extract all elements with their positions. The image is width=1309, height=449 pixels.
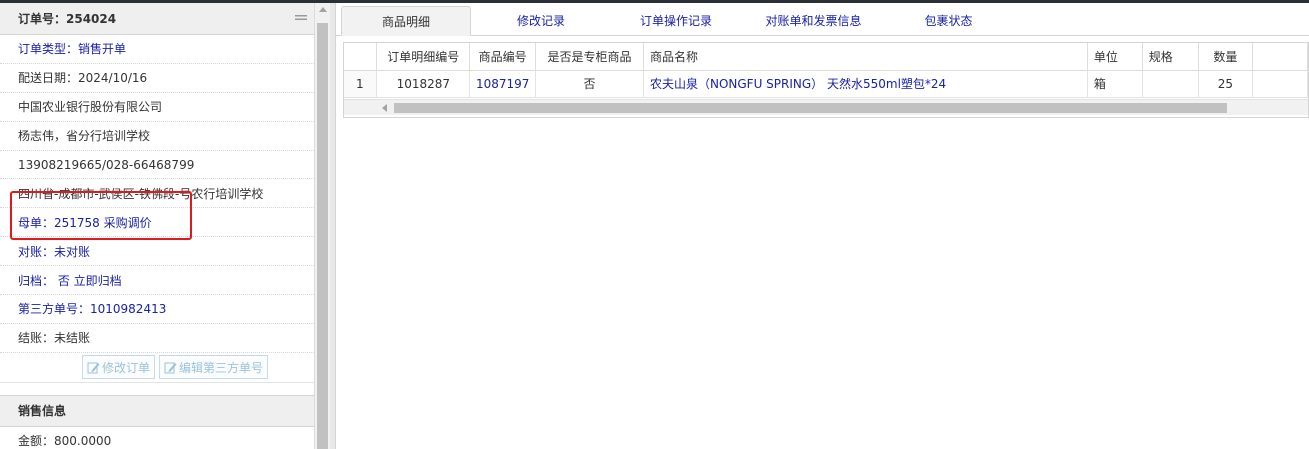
contact-row: 杨志伟，省分行培训学校 [0, 122, 314, 151]
collapse-icon[interactable] [294, 13, 308, 25]
amount-row: 金额：800.0000 [0, 427, 314, 449]
third-party-row[interactable]: 第三方单号：1010982413 [0, 295, 314, 324]
product-name-link[interactable]: 农夫山泉（NONGFU SPRING） 天然水550ml塑包*24 [643, 70, 1088, 98]
column-header[interactable]: 商品名称 [643, 43, 1088, 71]
third-party-order-link[interactable]: 第三方单号：1010982413 [18, 300, 166, 317]
column-header[interactable]: 是否是专柜商品 [535, 43, 644, 71]
table-header-row: 订单明细编号 商品编号 是否是专柜商品 商品名称 单位 规格 数量 [344, 43, 1308, 71]
delivery-date: 配送日期：2024/10/16 [18, 71, 148, 86]
settlement-status: 结账：未结账 [18, 331, 91, 346]
contact-person: 杨志伟，省分行培训学校 [18, 129, 151, 144]
edit-third-party-label: 编辑第三方单号 [179, 360, 264, 375]
product-grid: 订单明细编号 商品编号 是否是专柜商品 商品名称 单位 规格 数量 1 1018… [343, 42, 1309, 118]
customer-company: 中国农业银行股份有限公司 [18, 100, 163, 115]
panel-splitter[interactable] [330, 3, 336, 449]
modify-order-button[interactable]: 修改订单 [81, 355, 155, 380]
edit-icon [87, 362, 100, 374]
grid-horizontal-scrollbar[interactable] [344, 99, 1308, 115]
column-header[interactable]: 商品编号 [469, 43, 537, 71]
modify-order-label: 修改订单 [101, 360, 150, 375]
parent-order-row[interactable]: 母单：251758 采购调价 [0, 208, 314, 238]
action-buttons: 修改订单 编辑第三方单号 [0, 353, 314, 383]
tab-label: 商品明细 [381, 14, 430, 29]
delivery-address: 四川省-成都市-武侯区-铁佛段-号农行培训学校 [18, 186, 264, 201]
column-header-extra [1252, 43, 1308, 71]
column-header[interactable]: 数量 [1198, 43, 1254, 71]
tab-label: 修改记录 [516, 13, 565, 28]
horizontal-scrollbar-thumb[interactable] [394, 103, 1227, 113]
is-counter-cell: 否 [535, 70, 644, 98]
delivery-date-row: 配送日期：2024/10/16 [0, 64, 314, 93]
column-header[interactable]: 规格 [1142, 43, 1199, 71]
scroll-left-icon[interactable] [382, 104, 387, 112]
customer-company-row: 中国农业银行股份有限公司 [0, 93, 314, 122]
order-type-row: 订单类型：销售开单 [0, 35, 314, 64]
sales-info-header: 销售信息 [0, 394, 314, 427]
column-header[interactable]: 单位 [1087, 43, 1143, 71]
scroll-up-icon[interactable] [319, 7, 327, 12]
sales-info-title: 销售信息 [18, 404, 67, 419]
amount-value: 金额：800.0000 [18, 434, 112, 449]
table-row[interactable]: 1 1018287 1087197 否 农夫山泉（NONGFU SPRING） … [344, 70, 1308, 98]
tab-label: 订单操作记录 [639, 13, 712, 28]
tab-label: 包裹状态 [924, 13, 973, 28]
settlement-row: 结账：未结账 [0, 324, 314, 353]
address-row: 四川省-成都市-武侯区-铁佛段-号农行培训学校 [0, 179, 314, 209]
row-number: 1 [344, 70, 378, 98]
archive-link[interactable]: 归档： 否 立即归档 [18, 272, 122, 289]
scrollbar-thumb[interactable] [317, 23, 328, 449]
tab-product-details[interactable]: 商品明细 [341, 6, 471, 36]
tab-modify-history[interactable]: 修改记录 [471, 5, 611, 35]
order-info-panel: 订单号：254024 订单类型：销售开单 配送日期：2024/10/16 中国农… [0, 3, 314, 449]
tab-label: 对账单和发票信息 [765, 13, 862, 28]
order-type: 订单类型：销售开单 [18, 42, 127, 57]
reconcile-status-link[interactable]: 对账：未对账 [18, 243, 90, 260]
reconcile-row[interactable]: 对账：未对账 [0, 237, 314, 267]
tab-statement-invoice[interactable]: 对账单和发票信息 [741, 5, 886, 35]
detail-tabs: 商品明细 修改记录 订单操作记录 对账单和发票信息 包裹状态 [336, 3, 1309, 36]
archive-row[interactable]: 归档： 否 立即归档 [0, 266, 314, 296]
spec-cell [1142, 70, 1199, 98]
edit-third-party-button[interactable]: 编辑第三方单号 [159, 355, 269, 380]
detail-id-cell: 1018287 [376, 70, 471, 98]
tab-operation-history[interactable]: 订单操作记录 [611, 5, 741, 35]
column-header[interactable]: 订单明细编号 [376, 43, 471, 71]
left-panel-scrollbar[interactable] [314, 3, 330, 449]
product-id-link[interactable]: 1087197 [469, 70, 537, 98]
order-number-title: 订单号：254024 [18, 12, 117, 26]
quantity-cell: 25 [1198, 70, 1254, 98]
rownum-header [344, 43, 378, 71]
phone-number: 13908219665/028-66468799 [18, 157, 195, 172]
phone-row: 13908219665/028-66468799 [0, 151, 314, 180]
order-number-header: 订单号：254024 [0, 3, 314, 35]
parent-order-link[interactable]: 母单：251758 采购调价 [18, 214, 152, 231]
product-table: 订单明细编号 商品编号 是否是专柜商品 商品名称 单位 规格 数量 1 1018… [344, 43, 1308, 98]
edit-icon [164, 362, 177, 374]
unit-cell: 箱 [1087, 70, 1143, 98]
tab-package-status[interactable]: 包裹状态 [886, 5, 1011, 35]
extra-cell [1252, 70, 1308, 98]
